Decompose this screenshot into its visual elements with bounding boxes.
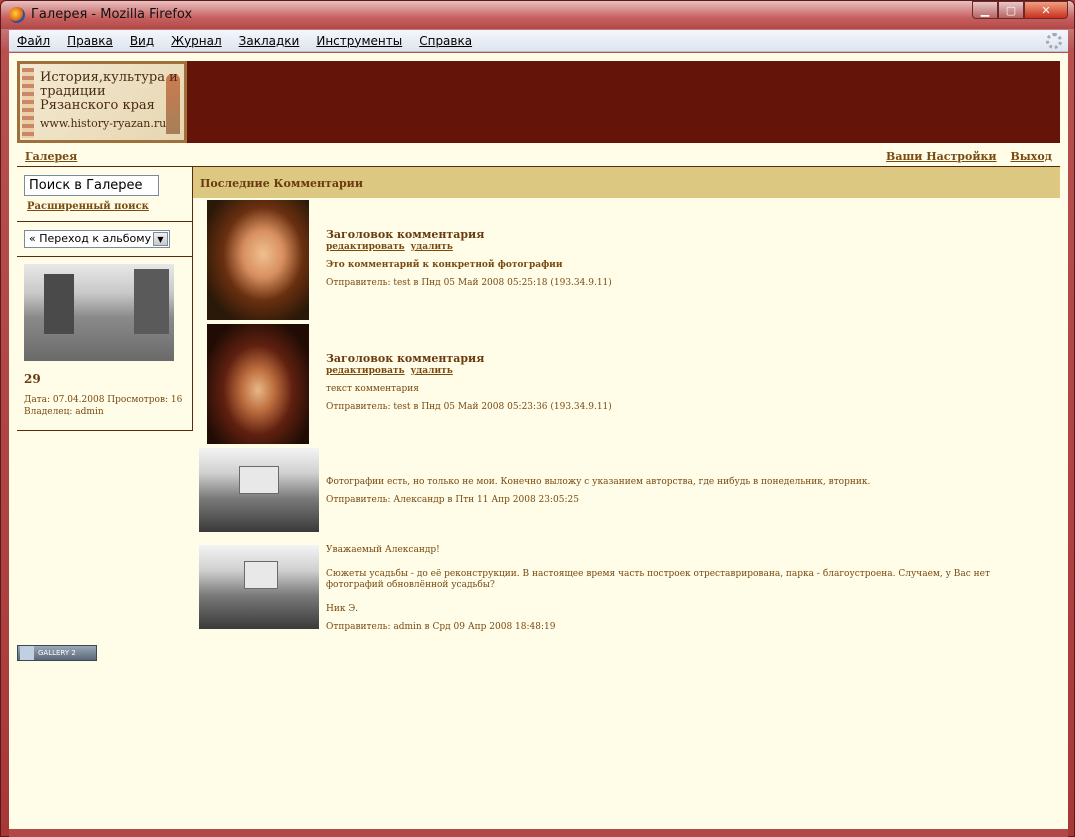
menu-help[interactable]: Справка xyxy=(419,34,472,48)
gallery-badge-label: GALLERY 2 xyxy=(38,649,76,657)
menu-file[interactable]: Файл xyxy=(17,34,50,48)
logo-text: История,культура и традиции Рязанского к… xyxy=(40,70,178,113)
comment-item: Заголовок комментария редактировать удал… xyxy=(199,324,1059,444)
maximize-button[interactable]: ▢ xyxy=(998,1,1024,19)
menu-bookmarks[interactable]: Закладки xyxy=(239,34,300,48)
edit-comment-link[interactable]: редактировать xyxy=(326,366,405,376)
search-input[interactable] xyxy=(24,175,159,196)
comment-sender: Отправитель: Александр в Птн 11 Апр 2008… xyxy=(326,495,579,505)
window-bottom-frame xyxy=(9,829,1068,837)
comment-sender: Отправитель: admin в Срд 09 Апр 2008 18:… xyxy=(326,622,556,632)
album-jump-select[interactable]: « Переход к альбому » ▼ xyxy=(24,230,170,248)
comment-sender: Отправитель: test в Пнд 05 Май 2008 05:2… xyxy=(326,278,612,288)
menu-bar: Файл Правка Вид Журнал Закладки Инструме… xyxy=(9,30,1068,52)
gallery2-badge[interactable]: GALLERY 2 xyxy=(17,645,97,661)
comments-header: Последние Комментарии xyxy=(193,167,1060,198)
breadcrumb-gallery[interactable]: Галерея xyxy=(25,150,77,163)
sidebar: Расширенный поиск « Переход к альбому » … xyxy=(17,167,193,431)
ornament-icon xyxy=(22,68,34,138)
comment-item: Заголовок комментария редактировать удал… xyxy=(199,200,1059,320)
building-shape xyxy=(239,466,279,494)
window-title: Галерея - Mozilla Firefox xyxy=(31,7,193,22)
menu-view[interactable]: Вид xyxy=(130,34,154,48)
comment-photo-thumbnail[interactable] xyxy=(207,200,309,320)
comment-body: Это комментарий к конкретной фотографии xyxy=(326,260,563,270)
close-button[interactable]: ✕ xyxy=(1024,1,1068,19)
comment-photo-thumbnail[interactable] xyxy=(199,448,319,532)
gallery-logo-icon xyxy=(20,646,34,660)
building-shape xyxy=(44,274,74,334)
random-photo-thumbnail[interactable] xyxy=(24,264,174,361)
comment-item: Фотографии есть, но только не мои. Конеч… xyxy=(199,448,1059,532)
comment-item: Уважаемый Александр! Сюжеты усадьбы - до… xyxy=(199,545,1059,635)
comment-body: Сюжеты усадьбы - до её реконструкции. В … xyxy=(326,569,990,590)
site-logo[interactable]: История,культура и традиции Рязанского к… xyxy=(17,61,187,143)
comment-body: Фотографии есть, но только не мои. Конеч… xyxy=(326,477,871,487)
edit-comment-link[interactable]: редактировать xyxy=(326,242,405,252)
building-shape xyxy=(244,561,278,589)
logo-url: www.history-ryazan.ru xyxy=(40,117,167,130)
photo-meta: Дата: 07.04.2008 Просмотров: 16 Владелец… xyxy=(24,394,182,418)
title-bar: Галерея - Mozilla Firefox ▁ ▢ ✕ xyxy=(1,1,1074,29)
menu-edit[interactable]: Правка xyxy=(67,34,113,48)
minimize-button[interactable]: ▁ xyxy=(972,1,998,19)
settings-link[interactable]: Ваши Настройки xyxy=(886,150,997,163)
divider xyxy=(17,221,193,222)
menu-tools[interactable]: Инструменты xyxy=(316,34,402,48)
page-viewport: История,культура и традиции Рязанского к… xyxy=(9,53,1068,829)
browser-window: Галерея - Mozilla Firefox ▁ ▢ ✕ Файл Пра… xyxy=(0,0,1075,837)
nav-row: Галерея Ваши Настройки Выход xyxy=(17,150,1060,166)
photo-title[interactable]: 29 xyxy=(24,372,41,386)
tree-shape xyxy=(134,269,169,334)
menu-history[interactable]: Журнал xyxy=(171,34,222,48)
advanced-search-link[interactable]: Расширенный поиск xyxy=(27,201,149,212)
delete-comment-link[interactable]: удалить xyxy=(411,242,453,252)
comments-header-title: Последние Комментарии xyxy=(200,177,364,190)
photo-meta-date: Дата: 07.04.2008 Просмотров: 16 xyxy=(24,395,183,405)
comment-photo-thumbnail[interactable] xyxy=(199,545,319,629)
firefox-icon xyxy=(9,7,25,23)
album-jump-value: « Переход к альбому » xyxy=(29,232,162,245)
divider xyxy=(17,256,193,257)
comment-photo-thumbnail[interactable] xyxy=(207,324,309,444)
comment-sender: Отправитель: test в Пнд 05 Май 2008 05:2… xyxy=(326,402,612,412)
comment-title: Заголовок комментария xyxy=(326,228,485,241)
logout-link[interactable]: Выход xyxy=(1010,150,1052,163)
throbber-icon xyxy=(1046,33,1062,49)
site-banner: История,культура и традиции Рязанского к… xyxy=(17,61,1060,143)
chevron-down-icon[interactable]: ▼ xyxy=(153,232,168,246)
comment-title: Заголовок комментария xyxy=(326,352,485,365)
photo-meta-owner: Владелец: admin xyxy=(24,407,104,417)
comment-greeting: Уважаемый Александр! xyxy=(326,545,440,555)
delete-comment-link[interactable]: удалить xyxy=(411,366,453,376)
comment-signature: Ник Э. xyxy=(326,604,359,614)
comment-body: текст комментария xyxy=(326,384,419,394)
